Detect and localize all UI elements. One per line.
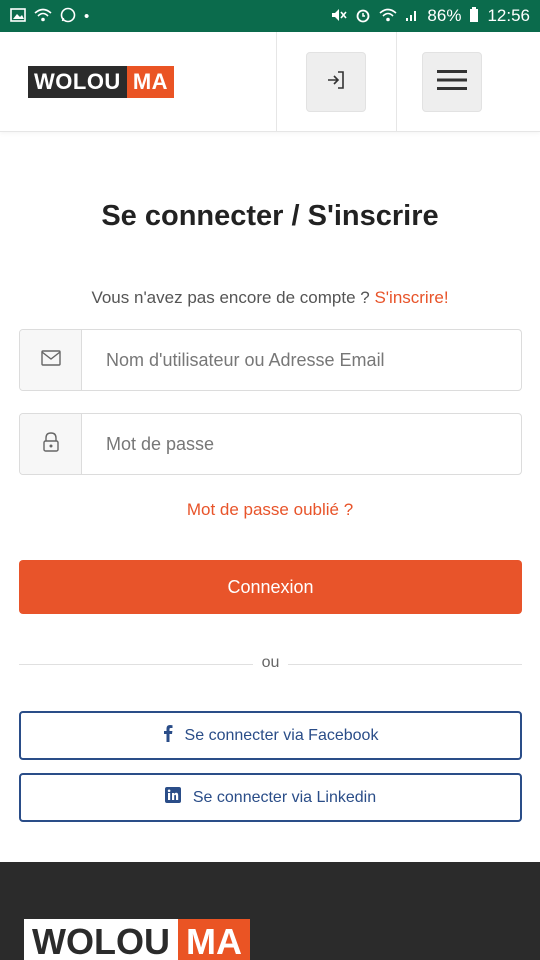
linkedin-icon — [164, 787, 181, 808]
footer-logo[interactable]: WOLOU MA — [24, 919, 250, 960]
username-addon — [20, 330, 82, 390]
facebook-icon — [163, 724, 173, 747]
divider-text: ou — [261, 654, 280, 671]
whatsapp-icon — [60, 7, 76, 26]
facebook-login-button[interactable]: Se connecter via Facebook — [19, 711, 522, 760]
status-bar-right: 86% 12:56 — [331, 6, 530, 26]
mute-icon — [331, 8, 348, 25]
signup-prompt-text: Vous n'avez pas encore de compte ? — [91, 288, 370, 307]
footer-logo-text-left: WOLOU — [24, 919, 178, 960]
site-logo[interactable]: WOLOU MA — [28, 66, 175, 98]
facebook-button-label: Se connecter via Facebook — [184, 726, 379, 744]
login-icon — [324, 68, 348, 97]
site-header: WOLOU MA — [0, 32, 540, 132]
clock: 12:56 — [487, 6, 530, 25]
login-button[interactable] — [306, 52, 366, 112]
or-divider: ou — [19, 654, 522, 674]
wifi-icon — [34, 8, 52, 25]
hamburger-icon — [437, 69, 467, 96]
mail-icon — [40, 349, 61, 371]
password-field — [19, 413, 522, 475]
header-divider — [396, 32, 397, 132]
status-bar-left: • — [10, 7, 89, 26]
site-footer: WOLOU MA — [0, 862, 540, 960]
battery-percent: 86% — [427, 6, 462, 25]
password-addon — [20, 414, 82, 474]
battery-icon — [469, 6, 479, 26]
menu-button[interactable] — [422, 52, 482, 112]
signal-icon — [405, 8, 419, 25]
forgot-password-link[interactable]: Mot de passe oublié ? — [0, 500, 540, 520]
username-field — [19, 329, 522, 391]
footer-logo-text-right: MA — [177, 919, 250, 960]
wifi-icon — [379, 8, 397, 25]
login-submit-button[interactable]: Connexion — [19, 560, 522, 614]
password-input[interactable] — [82, 414, 521, 474]
page-title: Se connecter / S'inscrire — [101, 200, 439, 232]
alarm-icon — [355, 7, 371, 26]
status-bar: • 86% 12:56 — [0, 0, 540, 32]
lock-icon — [42, 431, 60, 457]
linkedin-button-label: Se connecter via Linkedin — [192, 788, 377, 806]
signup-prompt: Vous n'avez pas encore de compte ? S'ins… — [0, 288, 540, 308]
header-divider — [276, 32, 277, 132]
linkedin-login-button[interactable]: Se connecter via Linkedin — [19, 773, 522, 822]
logo-text-right: MA — [126, 66, 175, 98]
dot-icon: • — [84, 7, 90, 25]
logo-text-left: WOLOU — [28, 66, 127, 98]
signup-link[interactable]: S'inscrire! — [374, 288, 448, 307]
image-icon — [10, 7, 26, 25]
divider-line-right — [288, 664, 522, 665]
username-input[interactable] — [82, 330, 521, 390]
